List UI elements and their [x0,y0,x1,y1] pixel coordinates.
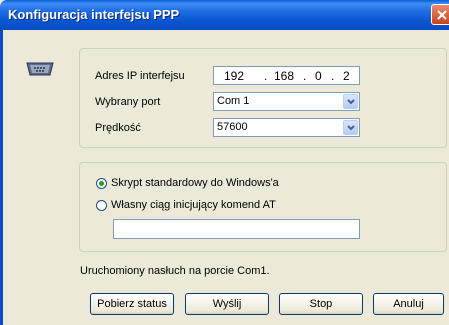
ip-address-input[interactable]: 192 . 168 . 0 . 2 [213,66,360,85]
custom-at-radio[interactable] [96,200,107,211]
send-button[interactable]: Wyślij [185,293,269,315]
ip-octet-1[interactable]: 192 [224,69,244,83]
speed-label: Prędkość [95,122,141,134]
chevron-down-icon [347,125,355,131]
custom-at-label[interactable]: Własny ciąg inicjujący komend AT [111,199,276,211]
port-select[interactable]: Com 1 [213,92,360,111]
cancel-button[interactable]: Anuluj [373,293,444,315]
port-dropdown-button[interactable] [343,94,358,109]
speed-dropdown-button[interactable] [343,120,358,135]
window-frame [0,30,3,325]
port-label: Wybrany port [95,96,161,108]
ip-octet-2[interactable]: 168 [274,69,294,83]
chevron-down-icon [347,99,355,105]
close-button[interactable] [431,4,449,25]
get-status-button[interactable]: Pobierz status [90,293,174,315]
standard-script-label[interactable]: Skrypt standardowy do Windows'a [111,177,279,189]
speed-value: 57600 [217,121,248,133]
stop-button[interactable]: Stop [279,293,363,315]
close-icon [437,10,447,20]
speed-select[interactable]: 57600 [213,118,360,137]
serial-port-icon [26,61,54,80]
custom-at-input[interactable] [113,219,360,239]
title-bar: Konfiguracja interfejsu PPP [0,0,449,30]
standard-script-radio[interactable] [96,178,107,189]
ip-octet-4[interactable]: 2 [343,69,350,83]
port-value: Com 1 [217,95,250,107]
ip-octet-3[interactable]: 0 [315,69,322,83]
ip-address-label: Adres IP interfejsu [95,70,185,82]
window-title: Konfiguracja interfejsu PPP [8,7,180,22]
status-text: Uruchomiony nasłuch na porcie Com1. [80,265,270,277]
